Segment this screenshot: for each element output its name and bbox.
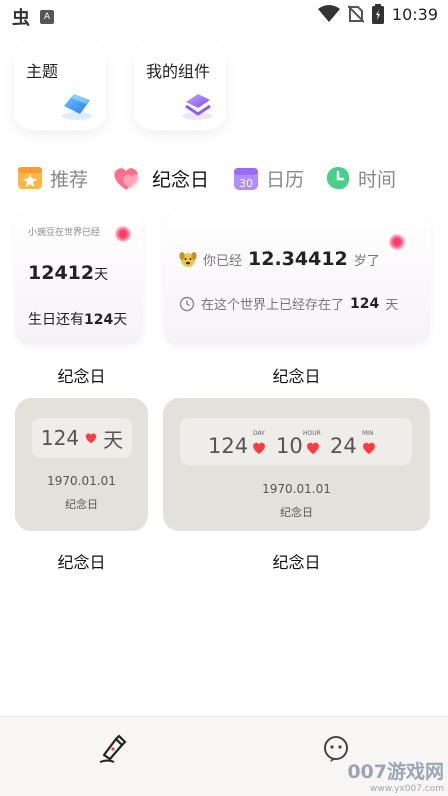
clock-outline-icon	[179, 296, 195, 311]
widget1-glow-dot	[115, 226, 131, 242]
clock-icon	[326, 167, 350, 190]
widget4-days: 124	[208, 434, 249, 458]
tab-time[interactable]: 时间	[324, 158, 396, 198]
widget4-counter: 124 DAY 10 HOUR 24 MIN	[180, 418, 412, 465]
widgets-icon	[182, 94, 212, 120]
widget4-hours: 10	[276, 434, 303, 458]
bottom-nav: 007游戏网 www.yx007.com	[0, 716, 448, 796]
battery-icon	[371, 4, 384, 24]
a-badge-icon: A	[40, 10, 54, 24]
widget4-day-label: DAY	[253, 430, 265, 437]
widget2-age-line: 你已经 12.34412 岁了	[179, 248, 380, 270]
clock-time: 10:39	[391, 4, 438, 24]
category-tabs: 推荐 纪念日 30 日历 时间	[0, 158, 448, 198]
heart-icon	[307, 442, 319, 454]
widget2-line2-days: 124	[350, 295, 380, 312]
status-bar: 虫 A 10:39	[0, 0, 448, 32]
widget2-age-value: 12.34412	[248, 248, 348, 270]
theme-card-title: 主题	[26, 62, 59, 81]
widget3-date: 1970.01.01	[47, 474, 116, 488]
widget2-prefix: 你已经	[203, 253, 243, 269]
anniversary-widget-wide-1[interactable]: 你已经 12.34412 岁了 在这个世界上已经存在了 124 天	[163, 212, 430, 345]
widget3-label: 纪念日	[57, 553, 106, 572]
tab-anniversary[interactable]: 纪念日	[106, 158, 209, 198]
watermark: 007游戏网 www.yx007.com	[347, 757, 444, 794]
widget2-line2-prefix: 在这个世界上已经存在了	[201, 298, 345, 313]
widget1-days: 12412天	[28, 262, 108, 284]
tab-time-label: 时间	[358, 168, 397, 191]
theme-icon	[62, 94, 92, 120]
widget1-days-unit: 天	[94, 267, 109, 283]
widget4-caption: 纪念日	[280, 506, 313, 519]
calendar-number: 30	[239, 177, 253, 190]
widget1-birthday-prefix: 生日还有	[28, 312, 84, 328]
heart-icon	[114, 168, 139, 190]
widget4-date: 1970.01.01	[262, 482, 331, 496]
widget1-label: 纪念日	[57, 367, 106, 386]
tab-calendar-label: 日历	[266, 168, 305, 191]
wifi-icon	[317, 5, 340, 22]
widget3-caption: 纪念日	[65, 498, 98, 511]
calendar-30-icon: 30	[234, 168, 258, 190]
widget2-exist-line: 在这个世界上已经存在了 124 天	[179, 294, 398, 313]
chat-icon[interactable]	[322, 735, 350, 763]
widget4-label: 纪念日	[272, 553, 321, 572]
widget3-counter: 124 天	[32, 418, 132, 458]
widget2-glow-dot	[389, 234, 405, 250]
star-badge-icon	[18, 167, 42, 189]
my-widgets-card-title: 我的组件	[146, 62, 211, 81]
widget4-min-label: MIN	[362, 430, 374, 437]
widget4-hour-label: HOUR	[303, 430, 321, 437]
tab-anniversary-label: 纪念日	[152, 168, 210, 191]
pen-icon[interactable]	[96, 733, 128, 765]
widget3-count: 124	[40, 426, 80, 450]
widget2-line2-unit: 天	[385, 298, 399, 313]
dog-emoji-icon	[179, 252, 197, 267]
watermark-main: 007游戏网	[347, 761, 444, 783]
widget2-label: 纪念日	[272, 367, 321, 386]
tab-recommend[interactable]: 推荐	[16, 158, 88, 198]
app-notification-icon: 虫	[12, 8, 30, 29]
widget1-birthday-days: 124	[84, 312, 114, 328]
widget2-suffix: 岁了	[353, 253, 380, 269]
widget1-days-value: 12412	[28, 262, 95, 284]
theme-card[interactable]: 主题	[14, 42, 106, 130]
heart-icon	[85, 433, 97, 444]
watermark-url: www.yx007.com	[369, 784, 444, 794]
widget1-top-text: 小豌豆在世界已经	[28, 228, 101, 238]
no-sim-icon	[347, 5, 364, 23]
widget1-birthday-unit: 天	[113, 312, 128, 328]
widget1-birthday: 生日还有124天	[28, 309, 127, 329]
tab-calendar[interactable]: 30 日历	[232, 158, 304, 198]
widget3-unit: 天	[103, 427, 124, 452]
anniversary-widget-wide-2[interactable]: 124 DAY 10 HOUR 24 MIN 1970.01.01 纪念日	[163, 398, 430, 531]
anniversary-widget-small-2[interactable]: 124 天 1970.01.01 纪念日	[15, 398, 148, 531]
my-widgets-card[interactable]: 我的组件	[134, 42, 226, 130]
heart-icon	[363, 442, 375, 454]
widget4-mins: 24	[330, 434, 357, 458]
tab-recommend-label: 推荐	[50, 168, 89, 191]
heart-icon	[253, 442, 265, 454]
